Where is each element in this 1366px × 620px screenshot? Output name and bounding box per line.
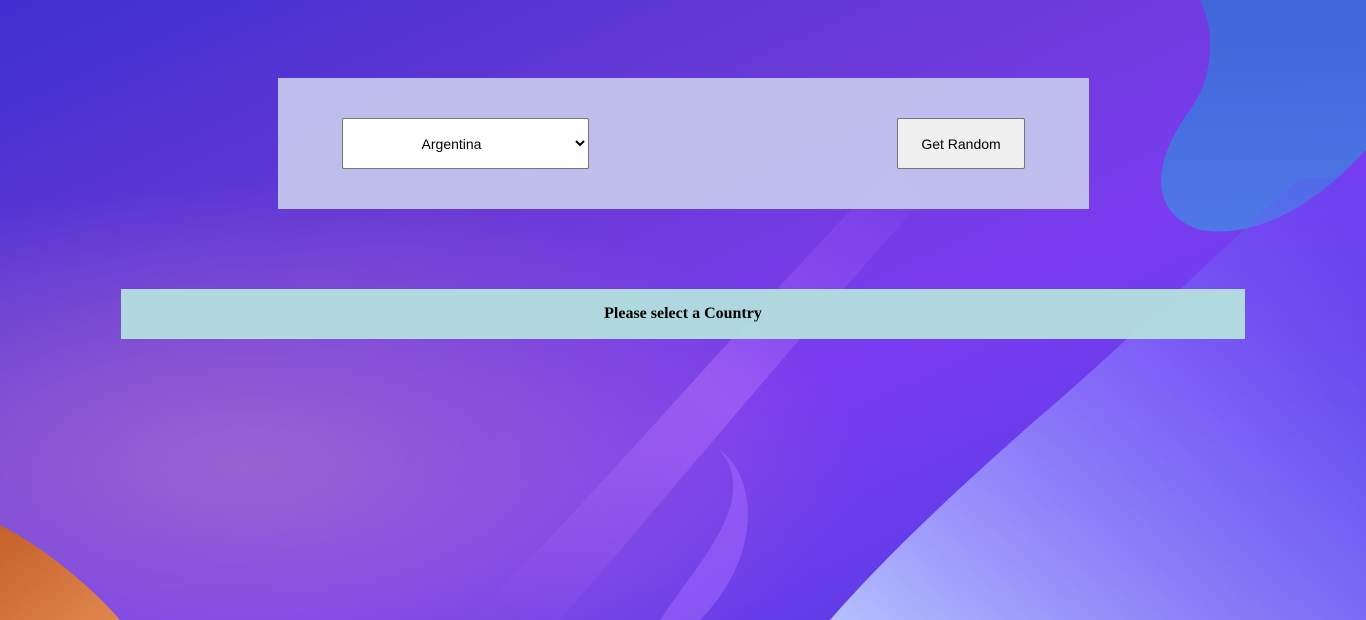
country-select[interactable]: Argentina	[342, 118, 589, 169]
status-bar: Please select a Country	[121, 289, 1245, 339]
controls-panel: Argentina Get Random	[278, 78, 1089, 209]
status-message: Please select a Country	[604, 305, 762, 322]
get-random-button[interactable]: Get Random	[897, 118, 1025, 169]
